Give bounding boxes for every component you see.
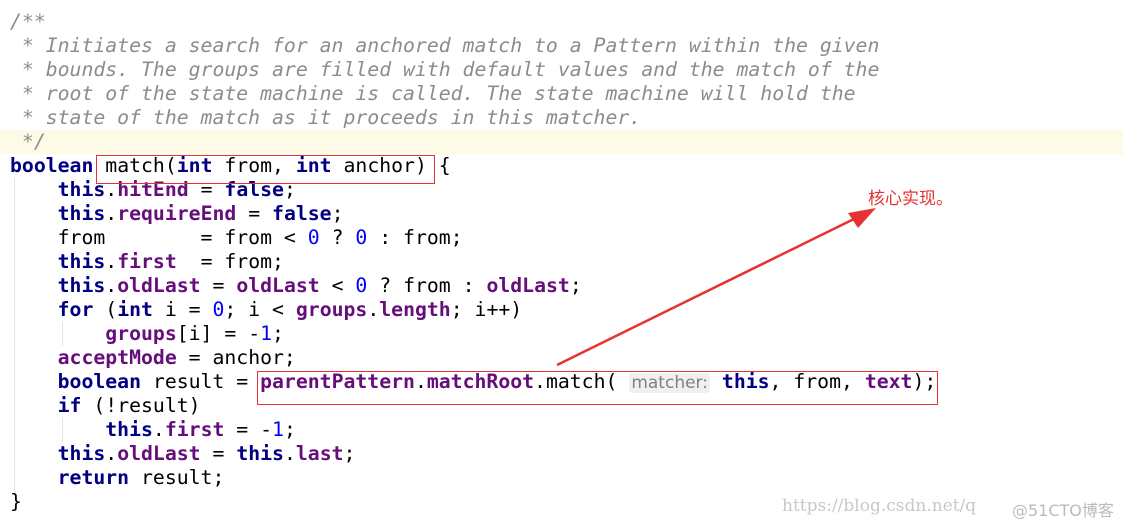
watermark: https://blog.csdn.net/q [782,496,977,516]
annotation-text: 核心实现。 [868,189,953,209]
arrow-annotation [556,208,876,367]
watermark-overlay: @51CTO博客 [1012,501,1114,520]
arrow-line [556,214,861,367]
arrow-head-icon [848,208,876,228]
